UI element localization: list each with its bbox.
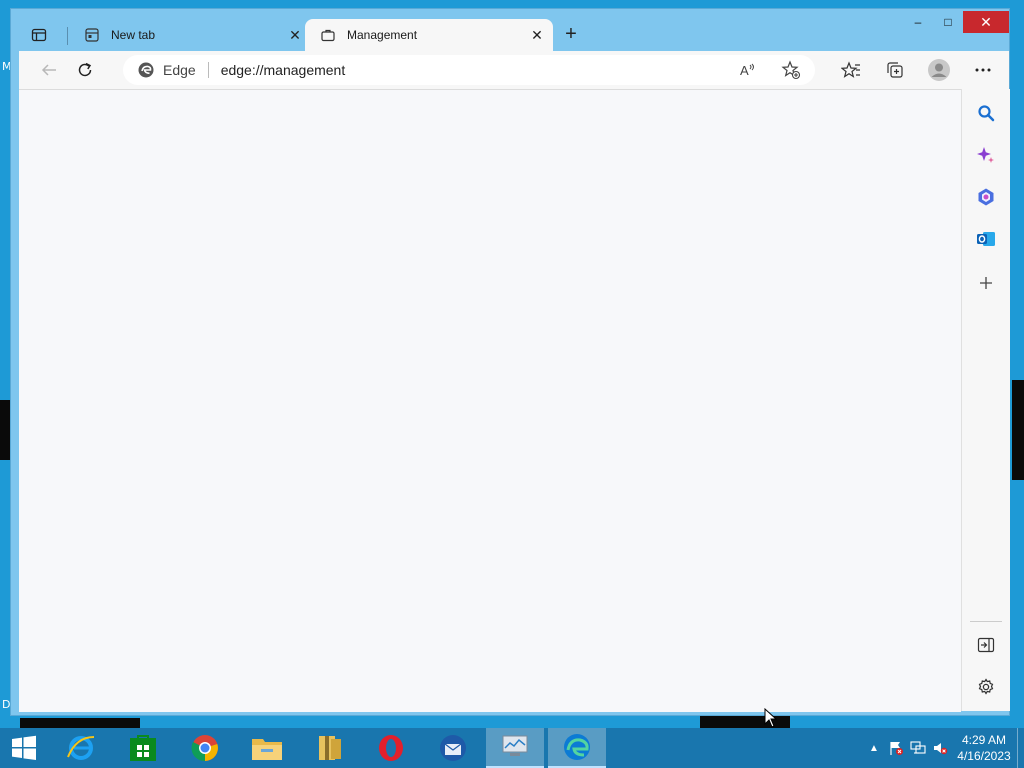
new-tab-page-icon [85, 27, 101, 43]
sparkle-icon [977, 147, 994, 163]
refresh-icon [78, 62, 92, 77]
system-tray: ▲ 4:29 AM 4/16/2023 [863, 728, 1024, 768]
address-bar[interactable]: Edge edge://management A [123, 55, 815, 85]
avatar-icon [928, 59, 950, 81]
back-button[interactable] [31, 55, 67, 85]
close-window-button[interactable]: ✕ [963, 11, 1009, 33]
tab-new-tab[interactable]: New tab ✕ [69, 19, 311, 51]
search-icon [978, 105, 995, 122]
edge-sidebar [961, 89, 1010, 711]
taskbar-google-chrome[interactable] [176, 728, 234, 768]
action-center-flag-icon[interactable] [885, 737, 907, 759]
sidebar-settings-button[interactable] [974, 675, 998, 699]
taskbar-microsoft-edge[interactable] [548, 728, 606, 768]
star-add-icon [781, 60, 801, 80]
mouse-cursor-icon [764, 708, 778, 728]
taskbar-system-monitor[interactable] [486, 728, 544, 768]
outlook-icon [977, 232, 995, 246]
address-divider [207, 62, 209, 78]
svg-text:A: A [740, 63, 749, 78]
back-arrow-icon [41, 64, 56, 76]
plus-icon [980, 277, 992, 289]
taskbar-opera[interactable] [362, 728, 420, 768]
close-tab-icon[interactable]: ✕ [527, 27, 547, 44]
network-icon[interactable] [907, 737, 929, 759]
volume-muted-icon[interactable] [929, 737, 951, 759]
store-icon [130, 735, 156, 761]
collections-button[interactable] [877, 55, 913, 85]
desktop-stripe [1012, 380, 1024, 480]
show-desktop-button[interactable] [1017, 728, 1024, 768]
windows-logo-icon [12, 735, 36, 760]
taskbar-file-explorer[interactable] [238, 728, 296, 768]
settings-more-button[interactable] [965, 55, 1001, 85]
toolbar-right-actions [833, 55, 1001, 85]
tab-title: Management [347, 28, 418, 42]
browser-toolbar: Edge edge://management A [19, 51, 1009, 89]
sidebar-outlook-button[interactable] [974, 227, 998, 251]
hide-sidebar-icon [977, 637, 995, 653]
sidebar-hide-button[interactable] [974, 633, 998, 657]
start-button[interactable] [0, 728, 48, 768]
favorites-icon [841, 61, 860, 78]
edge-icon [564, 734, 590, 760]
taskbar: ▲ 4:29 AM 4/16/2023 [0, 728, 1024, 768]
clock-date: 4/16/2023 [957, 749, 1011, 763]
taskbar-thunderbird[interactable] [424, 728, 482, 768]
taskbar-microsoft-store[interactable] [114, 728, 172, 768]
clock-time: 4:29 AM [961, 733, 1007, 747]
tab-separator [67, 27, 68, 45]
sidebar-divider [970, 621, 1002, 622]
sidebar-search-button[interactable] [974, 101, 998, 125]
refresh-button[interactable] [67, 55, 103, 85]
taskbar-archive-app[interactable] [300, 728, 358, 768]
add-favorite-button[interactable] [773, 55, 809, 85]
monitor-icon [502, 735, 528, 756]
address-bar-actions: A [729, 55, 809, 85]
edge-logo-icon [138, 62, 154, 78]
profile-button[interactable] [921, 55, 957, 85]
tab-actions-icon [31, 28, 47, 42]
tab-strip: New tab ✕ Management ✕ + [19, 19, 969, 51]
page-content [19, 89, 961, 712]
tab-management[interactable]: Management ✕ [305, 19, 553, 51]
desktop-stripe [20, 718, 140, 728]
chrome-icon [191, 735, 218, 762]
new-tab-button[interactable]: + [559, 23, 583, 47]
sidebar-discover-button[interactable] [974, 143, 998, 167]
archive-icon [319, 736, 341, 760]
tray-overflow-button[interactable]: ▲ [863, 737, 885, 759]
gear-icon [978, 678, 994, 695]
sidebar-office-button[interactable] [974, 185, 998, 209]
read-aloud-icon: A [740, 63, 754, 78]
internet-explorer-icon [67, 736, 95, 760]
office-icon [978, 188, 994, 206]
thunderbird-icon [440, 735, 466, 761]
more-horizontal-icon [975, 68, 991, 72]
taskbar-clock[interactable]: 4:29 AM 4/16/2023 [951, 732, 1017, 764]
taskbar-internet-explorer[interactable] [52, 728, 110, 768]
favorites-button[interactable] [833, 55, 869, 85]
briefcase-icon [321, 27, 337, 43]
close-tab-icon[interactable]: ✕ [285, 27, 305, 44]
read-aloud-button[interactable]: A [729, 55, 765, 85]
sidebar-add-button[interactable] [974, 271, 998, 295]
site-identity-label: Edge [163, 62, 196, 78]
url-text[interactable]: edge://management [221, 62, 346, 78]
folder-icon [252, 739, 282, 760]
browser-window: – □ ✕ New tab ✕ Management ✕ + Edge edge… [10, 8, 1010, 716]
opera-icon [379, 735, 403, 761]
tab-actions-button[interactable] [19, 23, 59, 47]
tab-title: New tab [111, 28, 156, 42]
collections-icon [887, 62, 903, 78]
